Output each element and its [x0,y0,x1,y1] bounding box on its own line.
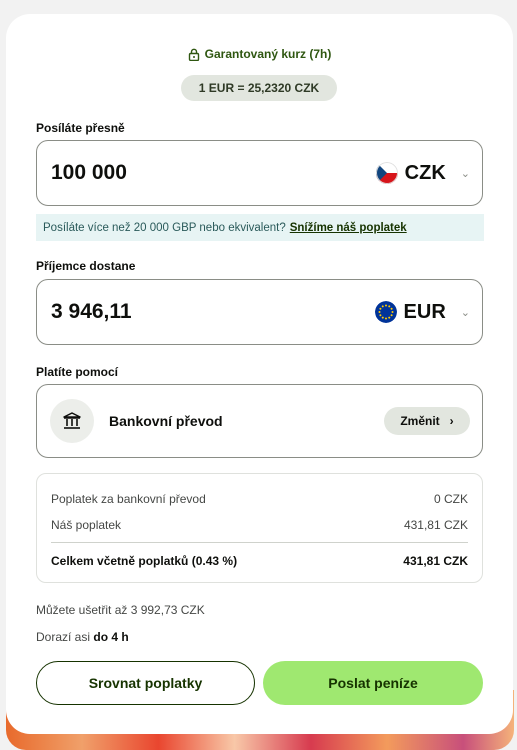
savings-text: Můžete ušetřit až 3 992,73 CZK [36,603,205,617]
fee-label: Poplatek za bankovní převod [51,492,206,506]
fee-breakdown: Poplatek za bankovní převod 0 CZK Náš po… [36,473,483,583]
transfer-calculator-card: Garantovaný kurz (7h) 1 EUR = 25,2320 CZ… [6,14,513,734]
fee-total-value: 431,81 CZK [403,554,468,568]
fee-total-row: Celkem včetně poplatků (0.43 %) 431,81 C… [51,554,468,568]
change-payment-button[interactable]: Změnit › [384,407,470,435]
receive-amount-label: Příjemce dostane [36,259,136,273]
guaranteed-rate-label: Garantovaný kurz (7h) [204,47,332,61]
payment-method-label: Platíte pomocí [36,365,119,379]
reduce-fee-link[interactable]: Snížíme náš poplatek [290,222,407,234]
arrival-estimate: Dorazí asi do 4 h [36,630,129,644]
payment-method-box: Bankovní převod Změnit › [36,384,483,458]
receive-amount-field[interactable]: 3 946,11 EUR ⌄ [36,279,483,345]
notice-text: Posíláte více než 20 000 GBP nebo ekviva… [43,221,286,234]
eu-flag-icon [374,301,397,323]
chevron-down-icon: ⌄ [460,306,470,319]
large-transfer-notice: Posíláte více než 20 000 GBP nebo ekviva… [36,214,484,241]
chevron-right-icon: › [449,414,454,428]
czech-flag-icon [375,162,398,184]
arrival-prefix: Dorazí asi [36,630,91,644]
fee-divider [51,542,468,543]
fee-total-label: Celkem včetně poplatků (0.43 %) [51,554,238,568]
fee-row: Náš poplatek 431,81 CZK [51,518,468,532]
lock-icon [188,48,199,61]
fee-value: 0 CZK [433,492,468,506]
send-currency-select[interactable]: CZK ⌄ [375,141,470,205]
bank-icon [50,399,94,443]
receive-currency-select[interactable]: EUR ⌄ [374,280,470,344]
send-money-label: Poslat peníze [328,675,418,691]
exchange-rate-value: 1 EUR = 25,2320 CZK [198,81,320,95]
compare-fees-button[interactable]: Srovnat poplatky [36,661,255,705]
receive-amount-input[interactable]: 3 946,11 [51,300,132,324]
compare-fees-label: Srovnat poplatky [88,675,203,691]
chevron-down-icon: ⌄ [460,167,470,180]
send-currency-code: CZK [404,161,446,184]
send-money-button[interactable]: Poslat peníze [263,661,483,705]
send-amount-label: Posíláte přesně [36,121,125,135]
exchange-rate-badge: 1 EUR = 25,2320 CZK [181,75,337,101]
fee-row: Poplatek za bankovní převod 0 CZK [51,492,468,506]
change-payment-label: Změnit [400,414,440,428]
guaranteed-rate: Garantovaný kurz (7h) [6,47,513,61]
arrival-time: do 4 h [93,630,129,644]
payment-method-name: Bankovní převod [109,413,223,429]
send-amount-input[interactable]: 100 000 [51,161,127,185]
fee-value: 431,81 CZK [403,518,468,532]
send-amount-field[interactable]: 100 000 CZK ⌄ [36,140,483,206]
receive-currency-code: EUR [403,300,446,323]
fee-label: Náš poplatek [51,518,122,532]
